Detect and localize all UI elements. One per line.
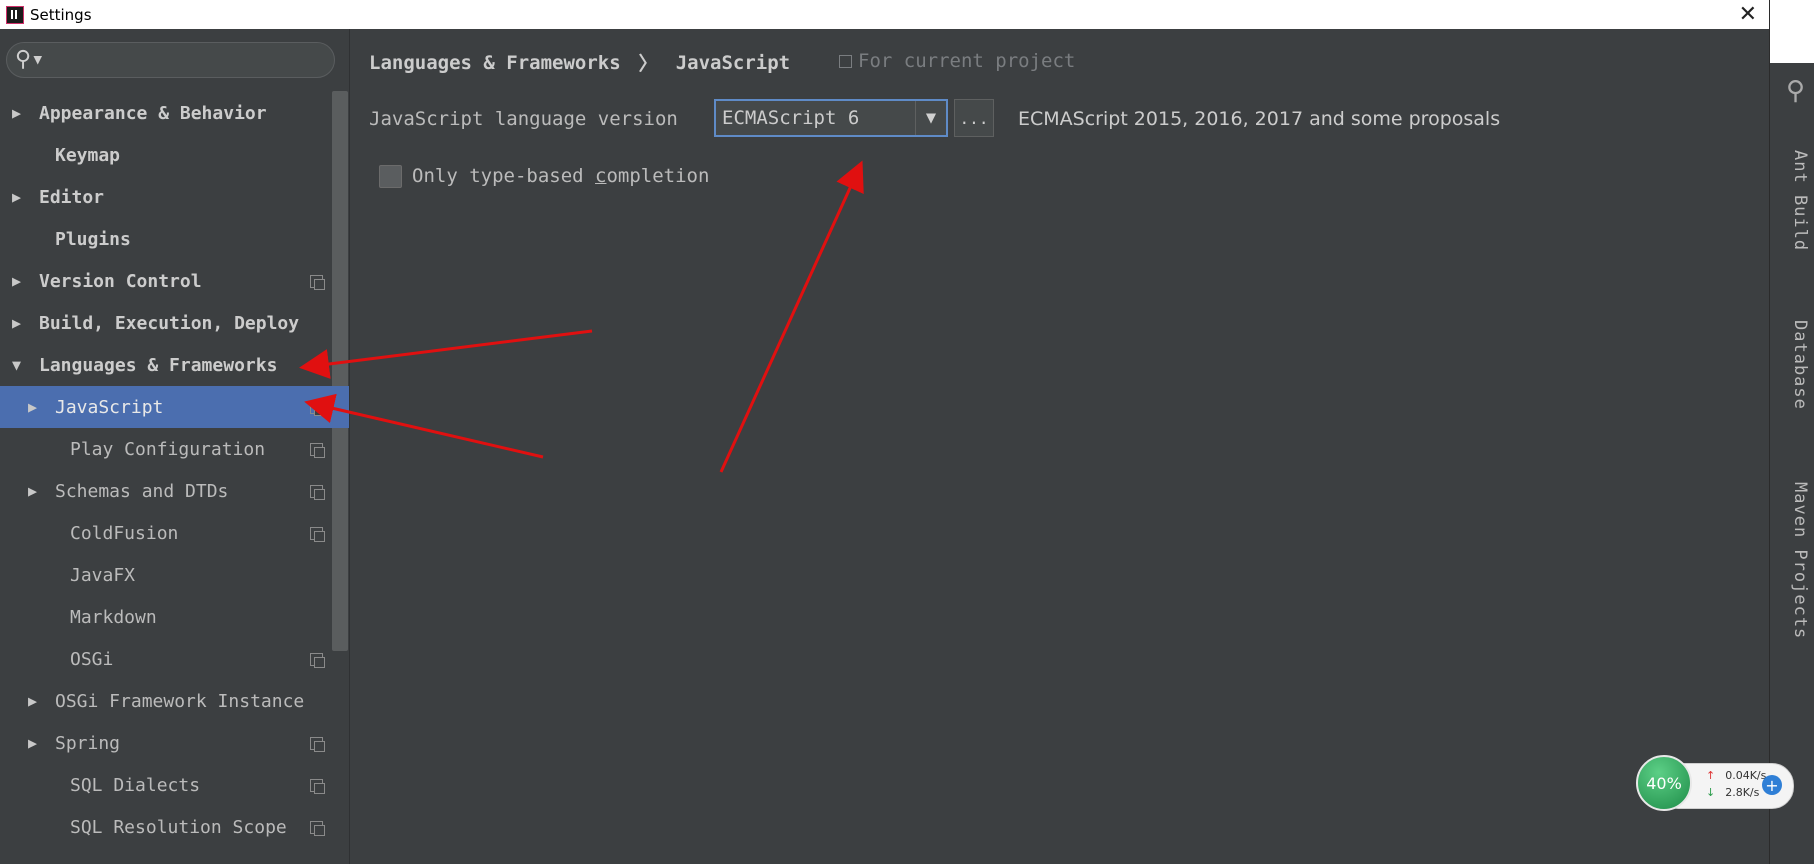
- chevron-down-icon[interactable]: ▼: [12, 356, 21, 374]
- more-options-button[interactable]: ...: [954, 99, 994, 137]
- settings-search-input[interactable]: ⚲▾: [6, 42, 335, 78]
- sidebar-item-spring[interactable]: ▶ Spring: [0, 722, 349, 764]
- sidebar-item-label: Schemas and DTDs: [55, 480, 229, 502]
- sidebar-item-editor[interactable]: ▶ Editor: [0, 176, 349, 218]
- type-based-completion-checkbox[interactable]: [379, 165, 402, 188]
- close-icon[interactable]: ✕: [1739, 2, 1757, 27]
- sidebar-item-label: JavaFX: [70, 564, 136, 586]
- breadcrumb-separator: 〉: [638, 53, 658, 75]
- cpu-percent-badge: 40%: [1636, 755, 1692, 811]
- title-bar: Settings ✕: [0, 0, 1769, 29]
- chevron-right-icon[interactable]: ▶: [12, 104, 21, 122]
- breadcrumb-parent: Languages & Frameworks: [369, 51, 621, 74]
- chevron-right-icon[interactable]: ▶: [12, 272, 21, 290]
- breadcrumb-current: JavaScript: [675, 51, 791, 74]
- sidebar-item-sql-dialects[interactable]: SQL Dialects: [0, 764, 349, 806]
- sidebar-item-label: Play Configuration: [70, 438, 266, 460]
- network-speed-widget[interactable]: 40% ↑ 0.04K/s ↓ 2.8K/s +: [1636, 755, 1796, 811]
- sidebar-item-keymap[interactable]: Keymap: [0, 134, 349, 176]
- sidebar-item-label: SQL Dialects: [70, 774, 201, 796]
- breadcrumb: Languages & Frameworks 〉 JavaScript: [369, 49, 790, 76]
- sidebar-item-appearance-behavior[interactable]: ▶ Appearance & Behavior: [0, 92, 349, 134]
- sidebar-item-label: Build, Execution, Deploy: [39, 312, 300, 334]
- download-speed: ↓ 2.8K/s: [1706, 786, 1760, 799]
- download-arrow-icon: ↓: [1706, 786, 1716, 799]
- sidebar-item-label: OSGi: [70, 648, 114, 670]
- sidebar-item-label: Languages & Frameworks: [39, 354, 278, 376]
- sidebar-item-label: SQL Resolution Scope: [70, 816, 287, 838]
- strip-header: [1770, 0, 1814, 63]
- type-based-completion-label[interactable]: Only type-based completion: [412, 165, 709, 187]
- language-version-select[interactable]: ECMAScript 6 ▼: [714, 99, 948, 137]
- sidebar-item-osgi-framework-instance[interactable]: ▶ OSGi Framework Instance: [0, 680, 349, 722]
- chevron-right-icon[interactable]: ▶: [28, 398, 37, 416]
- sidebar-item-label: Plugins: [55, 228, 131, 250]
- settings-sidebar: ⚲▾ ▶ Appearance & Behavior Keymap ▶ Editor Pl…: [0, 29, 350, 864]
- copy-icon: [310, 484, 325, 500]
- sidebar-item-languages-frameworks[interactable]: ▼ Languages & Frameworks: [0, 344, 349, 386]
- sidebar-item-label: OSGi Framework Instance: [55, 690, 305, 712]
- sidebar-item-javascript[interactable]: ▶ JavaScript: [0, 386, 349, 428]
- copy-icon: [310, 820, 325, 836]
- tool-window-ant-build[interactable]: Ant Build: [1790, 150, 1810, 251]
- copy-icon: [310, 526, 325, 542]
- tool-window-strip: ⚲ Ant Build Database Maven Projects: [1769, 0, 1814, 864]
- sidebar-item-label: Keymap: [55, 144, 121, 166]
- copy-icon: [310, 274, 325, 290]
- copy-icon: [839, 54, 852, 68]
- language-version-value: ECMAScript 6: [722, 107, 860, 129]
- sidebar-item-schemas-and-dtds[interactable]: ▶ Schemas and DTDs: [0, 470, 349, 512]
- copy-icon: [310, 778, 325, 794]
- chevron-right-icon[interactable]: ▶: [28, 692, 37, 710]
- sidebar-item-plugins[interactable]: Plugins: [0, 218, 349, 260]
- copy-icon: [310, 652, 325, 668]
- upload-speed: ↑ 0.04K/s: [1706, 769, 1767, 782]
- copy-icon: [310, 736, 325, 752]
- intellij-app-icon: [6, 5, 24, 24]
- sidebar-item-label: Appearance & Behavior: [39, 102, 267, 124]
- sidebar-item-label: ColdFusion: [70, 522, 179, 544]
- settings-panel: Languages & Frameworks 〉 JavaScript For …: [350, 29, 1794, 864]
- sidebar-item-label: Spring: [55, 732, 121, 754]
- tool-window-database[interactable]: Database: [1790, 320, 1810, 410]
- version-description: ECMAScript 2015, 2016, 2017 and some pro…: [1018, 108, 1501, 130]
- copy-icon: [310, 442, 325, 458]
- sidebar-item-label: Markdown: [70, 606, 157, 628]
- tool-window-maven-projects[interactable]: Maven Projects: [1790, 482, 1810, 639]
- sidebar-item-markdown[interactable]: Markdown: [0, 596, 349, 638]
- sidebar-item-label: Version Control: [39, 270, 202, 292]
- project-scope-text: For current project: [858, 50, 1076, 72]
- copy-icon: [310, 400, 325, 416]
- sidebar-item-label: JavaScript: [55, 396, 164, 418]
- sidebar-item-sql-resolution-scope[interactable]: SQL Resolution Scope: [0, 806, 349, 848]
- plus-icon[interactable]: +: [1762, 775, 1782, 795]
- project-scope-note: For current project: [839, 50, 1075, 72]
- sidebar-item-coldfusion[interactable]: ColdFusion: [0, 512, 349, 554]
- search-icon: ⚲▾: [15, 47, 45, 72]
- sidebar-item-play-configuration[interactable]: Play Configuration: [0, 428, 349, 470]
- chevron-right-icon[interactable]: ▶: [12, 188, 21, 206]
- language-version-label: JavaScript language version: [369, 108, 678, 130]
- chevron-right-icon[interactable]: ▶: [28, 734, 37, 752]
- sidebar-item-osgi[interactable]: OSGi: [0, 638, 349, 680]
- chevron-right-icon[interactable]: ▶: [28, 482, 37, 500]
- chevron-down-icon[interactable]: ▼: [915, 101, 946, 135]
- sidebar-item-version-control[interactable]: ▶ Version Control: [0, 260, 349, 302]
- search-icon[interactable]: ⚲: [1786, 76, 1805, 106]
- sidebar-item-label: Editor: [39, 186, 105, 208]
- sidebar-item-build-execution-deploy[interactable]: ▶ Build, Execution, Deploy: [0, 302, 349, 344]
- upload-arrow-icon: ↑: [1706, 769, 1716, 782]
- chevron-right-icon[interactable]: ▶: [12, 314, 21, 332]
- window-title: Settings: [30, 5, 92, 24]
- sidebar-item-javafx[interactable]: JavaFX: [0, 554, 349, 596]
